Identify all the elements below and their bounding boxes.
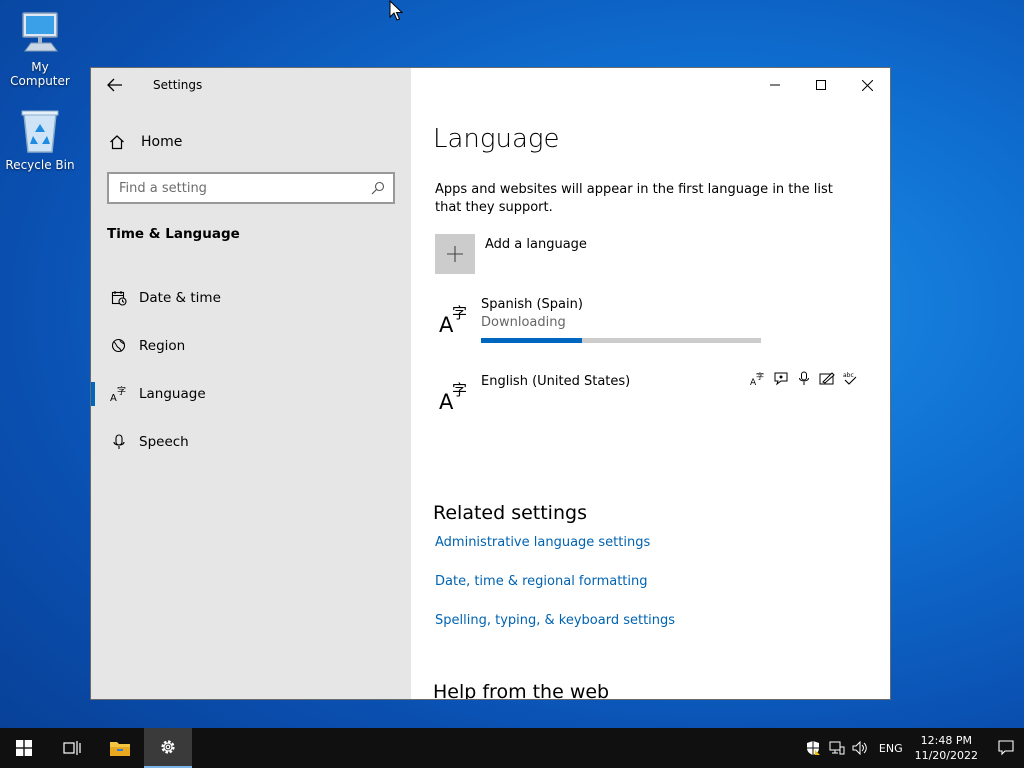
page-description: Apps and websites will appear in the fir…: [435, 182, 833, 215]
desktop-icon-my-computer[interactable]: My Computer: [0, 8, 80, 88]
help-from-web-title: Help from the web: [433, 681, 610, 700]
maximize-button[interactable]: [798, 68, 844, 102]
system-tray: ENG 12:48 PM 11/20/2022: [801, 728, 1024, 768]
clock-date: 11/20/2022: [914, 749, 978, 762]
mouse-cursor-icon: [389, 0, 403, 21]
sidebar-item-label: Date & time: [139, 290, 221, 306]
link-administrative-language-settings[interactable]: Administrative language settings: [435, 535, 650, 550]
file-explorer-button[interactable]: [96, 728, 144, 768]
close-icon: [861, 79, 873, 91]
language-feature-icons: A 字 abc: [749, 370, 858, 387]
language-name: English (United States): [481, 374, 631, 389]
maximize-icon: [816, 80, 826, 90]
language-name: Spanish (Spain): [481, 297, 583, 312]
sidebar-item-date-time[interactable]: Date & time: [91, 274, 411, 322]
section-title: Time & Language: [107, 226, 240, 242]
search-input[interactable]: [119, 180, 371, 196]
microphone-icon: [109, 434, 129, 450]
recycle-bin-icon: [0, 106, 80, 156]
add-language-button[interactable]: Add a language: [435, 234, 587, 274]
arrow-left-icon: [107, 78, 122, 92]
sidebar-item-label: Speech: [139, 434, 189, 450]
download-progress-bar: [481, 338, 761, 343]
nav-home-label: Home: [141, 134, 183, 150]
title-bar: Settings: [91, 68, 411, 102]
taskbar: ENG 12:48 PM 11/20/2022: [0, 728, 1024, 768]
language-icon: A 字: [439, 381, 467, 412]
minimize-button[interactable]: [752, 68, 798, 102]
folder-icon: [110, 742, 130, 756]
spell-check-icon: abc: [841, 370, 858, 387]
page-title: Language: [433, 124, 560, 154]
plus-icon: [435, 234, 475, 274]
computer-icon: [0, 8, 80, 58]
calendar-clock-icon: [109, 290, 129, 306]
sidebar-item-label: Language: [139, 386, 206, 402]
display-language-icon: A 字: [749, 370, 766, 387]
microphone-icon: [795, 370, 812, 387]
language-icon: A 字: [109, 385, 129, 403]
svg-text:abc: abc: [843, 372, 854, 379]
volume-icon[interactable]: [849, 728, 873, 768]
task-view-icon: [63, 741, 81, 755]
language-status: Downloading: [481, 315, 566, 330]
main-content: Language Apps and websites will appear i…: [411, 68, 890, 699]
desktop-icon-label: My Computer: [10, 60, 70, 88]
sidebar-item-label: Region: [139, 338, 186, 354]
add-language-label: Add a language: [485, 237, 587, 252]
related-settings-title: Related settings: [433, 502, 587, 524]
nav-list: Date & time Region A 字 Language Speech: [91, 274, 411, 466]
windows-logo-icon: [16, 740, 32, 756]
svg-text:字: 字: [756, 371, 764, 381]
action-center-button[interactable]: [988, 728, 1024, 768]
svg-text:A: A: [110, 393, 117, 403]
clock-time: 12:48 PM: [920, 734, 972, 747]
sidebar-item-language[interactable]: A 字 Language: [91, 370, 411, 418]
globe-icon: [109, 338, 129, 354]
link-date-time-regional-formatting[interactable]: Date, time & regional formatting: [435, 574, 648, 589]
notification-icon: [998, 740, 1014, 756]
sidebar-item-speech[interactable]: Speech: [91, 418, 411, 466]
svg-text:字: 字: [452, 381, 467, 399]
window-controls: [752, 68, 890, 102]
network-icon[interactable]: [825, 728, 849, 768]
handwriting-icon: [818, 370, 835, 387]
home-icon: [109, 134, 129, 150]
window-title: Settings: [153, 78, 203, 92]
security-shield-icon[interactable]: [801, 728, 825, 768]
settings-taskbar-button[interactable]: [144, 728, 192, 768]
search-box[interactable]: [107, 172, 395, 204]
clock[interactable]: 12:48 PM 11/20/2022: [915, 733, 978, 763]
back-button[interactable]: [91, 68, 139, 102]
sidebar-item-region[interactable]: Region: [91, 322, 411, 370]
search-icon: [371, 181, 385, 195]
desktop-icon-recycle-bin[interactable]: Recycle Bin: [0, 106, 80, 172]
language-icon: A 字: [439, 304, 467, 335]
start-button[interactable]: [0, 728, 48, 768]
nav-home[interactable]: Home: [91, 126, 411, 158]
desktop-icon-label: Recycle Bin: [5, 158, 75, 172]
language-item-spanish[interactable]: A 字 Spanish (Spain) Downloading: [439, 297, 761, 343]
minimize-icon: [770, 84, 780, 86]
download-progress-fill: [481, 338, 582, 343]
task-view-button[interactable]: [48, 728, 96, 768]
sidebar: Settings Home Time & Language: [91, 68, 411, 699]
close-button[interactable]: [844, 68, 890, 102]
text-to-speech-icon: [772, 370, 789, 387]
gear-icon: [161, 740, 175, 754]
link-spelling-typing-keyboard-settings[interactable]: Spelling, typing, & keyboard settings: [435, 613, 675, 628]
svg-text:字: 字: [452, 304, 467, 322]
language-item-english[interactable]: A 字 English (United States): [439, 374, 630, 412]
input-language-indicator[interactable]: ENG: [879, 742, 903, 755]
svg-text:字: 字: [117, 385, 126, 397]
settings-window: Settings Home Time & Language: [90, 67, 891, 700]
